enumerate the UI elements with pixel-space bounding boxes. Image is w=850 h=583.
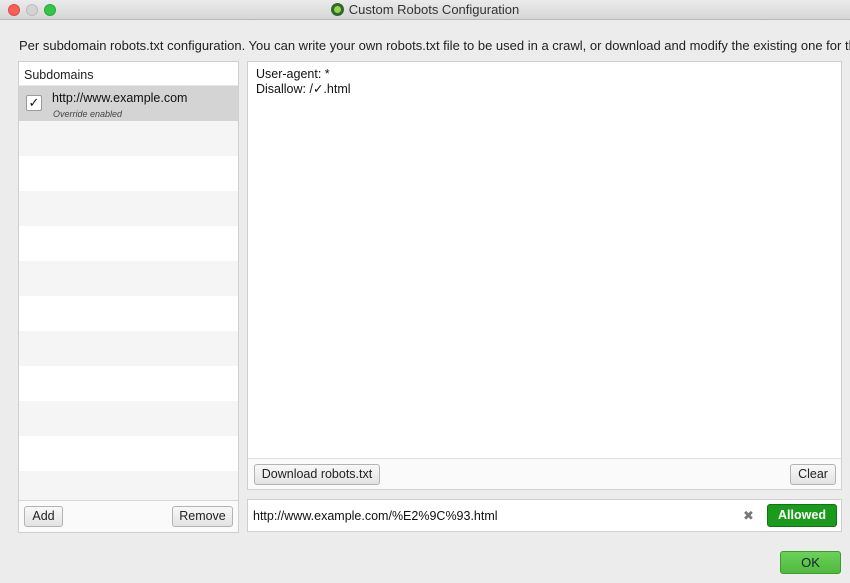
- override-checkbox[interactable]: ✓: [26, 95, 42, 111]
- title-bar: Custom Robots Configuration: [0, 0, 850, 20]
- url-tester: http://www.example.com/%E2%9C%93.html ✖ …: [247, 499, 842, 532]
- empty-row: [19, 226, 238, 261]
- subdomains-panel: Subdomains ✓ http://www.example.com Over…: [18, 61, 239, 533]
- subdomains-footer: Add Remove: [19, 500, 238, 532]
- editor-footer: Download robots.txt Clear: [248, 458, 841, 489]
- spider-app-icon: [330, 3, 344, 16]
- empty-row: [19, 261, 238, 296]
- empty-row: [19, 191, 238, 226]
- empty-row: [19, 436, 238, 471]
- subdomain-status: Override enabled: [53, 109, 123, 119]
- test-url-input[interactable]: http://www.example.com/%E2%9C%93.html: [253, 509, 498, 523]
- download-robots-button[interactable]: Download robots.txt: [254, 464, 380, 485]
- editor-line-1: User-agent: *: [256, 67, 330, 81]
- remove-button[interactable]: Remove: [172, 506, 233, 527]
- empty-row: [19, 366, 238, 401]
- empty-row: [19, 156, 238, 191]
- empty-row: [19, 121, 238, 156]
- empty-row: [19, 331, 238, 366]
- add-button[interactable]: Add: [24, 506, 63, 527]
- window-title: Custom Robots Configuration: [348, 2, 520, 17]
- subdomain-url: http://www.example.com: [52, 91, 188, 105]
- subdomains-header: Subdomains: [19, 62, 238, 86]
- description-text: Per subdomain robots.txt configuration. …: [19, 38, 850, 53]
- empty-row: [19, 471, 238, 500]
- clear-url-icon[interactable]: ✖: [743, 508, 754, 524]
- ok-button[interactable]: OK: [780, 551, 841, 574]
- clear-button[interactable]: Clear: [790, 464, 836, 485]
- editor-line-2: Disallow: /✓.html: [256, 82, 351, 96]
- allowed-status-badge: Allowed: [767, 504, 837, 527]
- empty-row: [19, 401, 238, 436]
- robots-editor[interactable]: User-agent: * Disallow: /✓.html Download …: [247, 61, 842, 490]
- subdomains-list: ✓ http://www.example.com Override enable…: [19, 86, 238, 500]
- subdomain-row[interactable]: ✓ http://www.example.com Override enable…: [19, 86, 238, 121]
- empty-row: [19, 296, 238, 331]
